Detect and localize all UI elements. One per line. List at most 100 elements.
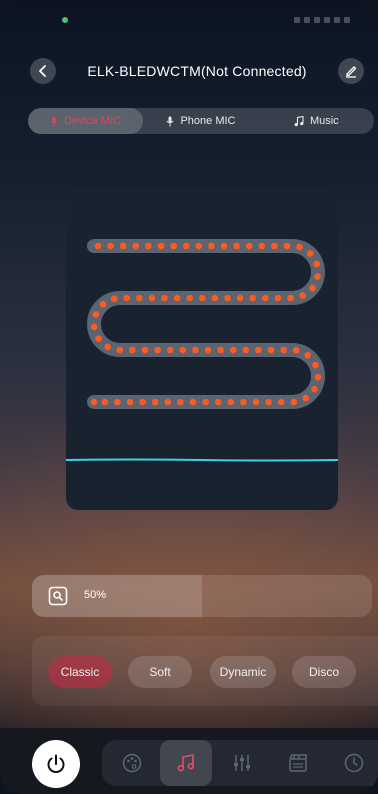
mode-label: Classic [60, 665, 100, 679]
led-dot [116, 346, 124, 354]
led-dot [255, 346, 262, 354]
led-dot [195, 242, 203, 250]
led-dot [107, 242, 114, 250]
nav-timer[interactable] [328, 740, 378, 786]
led-dot [312, 361, 319, 369]
led-dots [90, 242, 322, 406]
clock-icon [344, 753, 364, 773]
scene-icon [289, 754, 307, 772]
led-dot [299, 292, 306, 299]
led-dot [296, 243, 303, 251]
tab-label: Music [309, 115, 339, 127]
led-dot [204, 346, 212, 354]
tab-label: Device MIC [64, 115, 122, 127]
nav-music[interactable] [160, 740, 212, 786]
led-dot [306, 250, 314, 257]
chevron-left-icon [39, 65, 46, 77]
led-dot [277, 398, 285, 406]
led-dot [240, 398, 247, 406]
led-dot [280, 346, 287, 354]
led-dot [110, 295, 118, 302]
led-dot [314, 273, 321, 280]
led-dot [136, 294, 143, 302]
led-dot [252, 398, 260, 406]
led-dot [101, 398, 109, 406]
waveform-line [66, 458, 338, 462]
strip-body [87, 239, 325, 409]
led-dot [217, 346, 224, 354]
led-dot [179, 346, 187, 354]
led-dot [192, 346, 199, 354]
led-dot [220, 242, 228, 250]
led-dot [258, 242, 266, 250]
led-dot [211, 294, 219, 302]
led-dot [224, 294, 231, 302]
music-note-icon [294, 115, 304, 126]
nav-scene[interactable] [272, 740, 324, 786]
mode-classic[interactable]: Classic [48, 656, 112, 688]
equalizer-icon [234, 755, 250, 771]
led-dot [311, 385, 318, 393]
led-dot [164, 398, 172, 406]
led-dot [199, 294, 206, 302]
led-strip-graphic [66, 239, 338, 462]
led-dot [177, 398, 184, 406]
led-dot [314, 373, 322, 381]
led-dot [94, 242, 102, 250]
edit-button[interactable] [337, 58, 364, 84]
back-button[interactable] [30, 58, 56, 84]
led-dot [129, 346, 136, 354]
led-dot [182, 242, 190, 250]
led-dot [151, 398, 159, 406]
led-dot [95, 335, 102, 342]
led-dot [208, 242, 215, 250]
brightness-value: 50% [84, 589, 107, 601]
led-dot [274, 294, 282, 302]
mode-label: Disco [308, 665, 339, 679]
led-dot [304, 352, 311, 359]
led-strip-preview [66, 188, 338, 510]
nav-equalizer[interactable] [216, 740, 268, 786]
led-dot [302, 394, 309, 402]
led-dot [104, 343, 111, 351]
edit-pencil-icon [345, 66, 357, 78]
led-dot [249, 294, 256, 302]
led-dot [309, 284, 316, 292]
music-icon [177, 754, 194, 772]
tab-device-mic[interactable]: Device MIC [28, 108, 144, 134]
led-dot [141, 346, 149, 354]
led-dot [114, 398, 121, 406]
led-dot [202, 398, 209, 406]
led-dot [189, 398, 197, 406]
mode-disco[interactable]: Disco [292, 656, 356, 688]
status-bar [0, 8, 378, 32]
led-dot [271, 242, 278, 250]
led-dot [166, 346, 174, 354]
tab-phone-mic[interactable]: Phone MIC [143, 108, 258, 134]
nav-palette[interactable] [106, 740, 158, 786]
led-dot [236, 294, 244, 302]
led-dot [262, 294, 269, 302]
header: ELK-BLEDWCTM(Not Connected) [30, 56, 364, 86]
app-screen: ELK-BLEDWCTM(Not Connected) Device MIC P… [0, 0, 378, 794]
power-icon [47, 754, 65, 773]
led-dot [242, 346, 250, 354]
led-dot [290, 398, 298, 406]
brightness-slider[interactable]: 50% [32, 575, 372, 617]
mode-dynamic[interactable]: Dynamic [210, 656, 276, 688]
power-button[interactable] [32, 740, 80, 788]
mic-source-tabs: Device MIC Phone MIC Music [28, 108, 374, 134]
led-dot [227, 398, 235, 406]
led-dot [157, 242, 165, 250]
led-dot [90, 398, 98, 406]
led-dot [154, 346, 161, 354]
bottom-nav [102, 740, 378, 786]
device-title: ELK-BLEDWCTM(Not Connected) [87, 63, 307, 79]
led-dot [139, 398, 146, 406]
led-dot [90, 323, 98, 331]
led-dot [245, 242, 253, 250]
led-dot [267, 346, 275, 354]
led-dot [148, 294, 156, 302]
mode-soft[interactable]: Soft [128, 656, 192, 688]
tab-music[interactable]: Music [259, 108, 374, 134]
